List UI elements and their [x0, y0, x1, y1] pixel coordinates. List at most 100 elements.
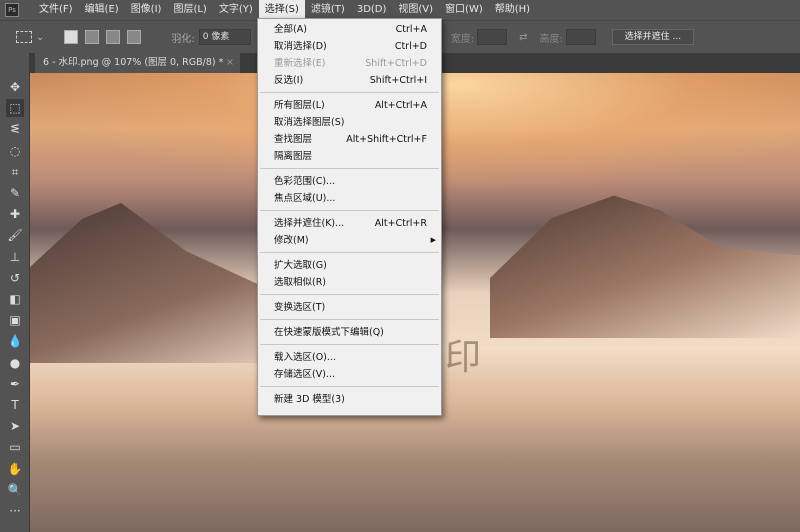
menu-item[interactable]: 所有图层(L) Alt+Ctrl+A	[258, 97, 441, 114]
menu-separator	[260, 386, 439, 387]
menu-6[interactable]: 滤镜(T)	[305, 0, 351, 20]
history-brush-icon[interactable]: ↺	[6, 269, 24, 287]
feather-input[interactable]: 0 像素	[198, 29, 251, 45]
menu-item[interactable]: 选择并遮住(K)... Alt+Ctrl+R	[258, 215, 441, 232]
hand-icon[interactable]: ✋	[6, 460, 24, 478]
menu-item[interactable]: 焦点区域(U)...	[258, 190, 441, 207]
mountain-right	[490, 195, 800, 338]
path-select-icon[interactable]: ➤	[6, 417, 24, 435]
menu-9[interactable]: 窗口(W)	[439, 0, 489, 20]
width-input[interactable]	[477, 29, 508, 45]
more-icon[interactable]: ···	[6, 502, 24, 520]
menu-item-label: 反选(I)	[274, 75, 304, 86]
menu-item[interactable]: 修改(M) ▶	[258, 232, 441, 249]
intersect-selection-icon[interactable]	[127, 30, 142, 44]
menu-separator	[260, 294, 439, 295]
crop-icon[interactable]: ⌗	[6, 163, 24, 181]
menu-item-label: 全部(A)	[274, 24, 307, 35]
menu-separator	[260, 252, 439, 253]
document-tab[interactable]: 6 - 水印.png @ 107% (图层 0, RGB/8) * ×	[35, 53, 240, 73]
blur-icon[interactable]: 💧	[6, 332, 24, 350]
swap-icon[interactable]: ⇄	[519, 32, 527, 43]
document-tab-title: 6 - 水印.png @ 107% (图层 0, RGB/8) *	[43, 57, 224, 68]
type-icon[interactable]: T	[6, 396, 24, 414]
menu-4[interactable]: 文字(Y)	[213, 0, 259, 20]
chevron-down-icon[interactable]: ⌄	[36, 32, 44, 43]
quick-select-icon[interactable]: ◌	[6, 142, 24, 160]
add-selection-icon[interactable]	[85, 30, 100, 44]
zoom-icon[interactable]: 🔍	[6, 481, 24, 499]
shape-icon[interactable]: ▭	[6, 438, 24, 456]
menu-item[interactable]: 选取相似(R)	[258, 274, 441, 291]
menu-item-label: 取消选择(D)	[274, 41, 327, 52]
menu-item-label: 色彩范围(C)...	[274, 176, 336, 187]
menu-item[interactable]: 全部(A) Ctrl+A	[258, 21, 441, 38]
menu-item-shortcut: Shift+Ctrl+I	[369, 75, 427, 86]
height-input[interactable]	[565, 29, 596, 45]
menu-0[interactable]: 文件(F)	[33, 0, 79, 20]
menu-1[interactable]: 编辑(E)	[79, 0, 125, 20]
menu-item-label: 在快速蒙版模式下编辑(Q)	[274, 327, 384, 338]
brush-icon[interactable]: 🖌	[6, 226, 24, 244]
menu-item-shortcut: Alt+Ctrl+A	[374, 100, 427, 111]
lasso-icon[interactable]: ᓬ	[6, 120, 24, 138]
new-selection-icon[interactable]	[64, 30, 79, 44]
watermark-text: 印	[445, 337, 482, 378]
marquee-icon[interactable]: ⬚	[6, 99, 24, 118]
menu-item[interactable]: 载入选区(O)...	[258, 349, 441, 366]
menu-item[interactable]: 扩大选取(G)	[258, 257, 441, 274]
menu-item: 重新选择(E) Shift+Ctrl+D	[258, 55, 441, 72]
subtract-selection-icon[interactable]	[106, 30, 121, 44]
menu-3[interactable]: 图层(L)	[167, 0, 212, 20]
photoshop-logo: Ps	[5, 3, 19, 17]
menu-item[interactable]: 取消选择(D) Ctrl+D	[258, 38, 441, 55]
pen-icon[interactable]: ✒	[6, 375, 24, 393]
menu-item[interactable]: 取消选择图层(S)	[258, 114, 441, 131]
gradient-icon[interactable]: ▣	[6, 311, 24, 329]
menu-item-label: 变换选区(T)	[274, 302, 326, 313]
menu-item[interactable]: 查找图层 Alt+Shift+Ctrl+F	[258, 131, 441, 148]
stamp-icon[interactable]: ⊥	[6, 248, 24, 266]
dodge-icon[interactable]: ●	[6, 354, 24, 372]
menu-item-label: 所有图层(L)	[274, 100, 325, 111]
menu-10[interactable]: 帮助(H)	[489, 0, 536, 20]
menu-separator	[260, 210, 439, 211]
menu-bar: Ps 文件(F) 编辑(E) 图像(I) 图层(L) 文字(Y) 选择(S) 滤镜(T) 3D…	[0, 0, 800, 20]
menu-item-shortcut: Ctrl+A	[395, 24, 427, 35]
menu-item-label: 选取相似(R)	[274, 277, 327, 288]
menu-8[interactable]: 视图(V)	[392, 0, 439, 20]
menu-2[interactable]: 图像(I)	[125, 0, 168, 20]
select-and-mask-button[interactable]: 选择并遮住 ...	[611, 29, 694, 45]
menu-item-label: 扩大选取(G)	[274, 260, 327, 271]
menu-5[interactable]: 选择(S)	[258, 0, 305, 20]
menu-item-shortcut: Ctrl+D	[394, 41, 427, 52]
close-icon[interactable]: ×	[226, 53, 234, 73]
menu-item-label: 隔离图层	[274, 151, 313, 162]
menu-item[interactable]: 存储选区(V)...	[258, 366, 441, 383]
menu-item[interactable]: 反选(I) Shift+Ctrl+I	[258, 72, 441, 89]
menu-item[interactable]: 新建 3D 模型(3)	[258, 391, 441, 408]
feather-label: 羽化:	[171, 33, 195, 45]
menu-separator	[260, 168, 439, 169]
menu-item[interactable]: 变换选区(T)	[258, 299, 441, 316]
marquee-preset-icon[interactable]	[16, 31, 32, 43]
healing-icon[interactable]: ✚	[6, 205, 24, 223]
eyedropper-icon[interactable]: ✎	[6, 184, 24, 202]
menu-7[interactable]: 3D(D)	[351, 0, 393, 20]
height-label: 高度:	[539, 33, 563, 45]
move-icon[interactable]: ✥	[6, 78, 24, 96]
select-menu-dropdown: 全部(A) Ctrl+A 取消选择(D) Ctrl+D 重新选择(E) Shift+Ctr…	[257, 18, 442, 416]
menu-item[interactable]: 色彩范围(C)...	[258, 173, 441, 190]
menu-item[interactable]: 在快速蒙版模式下编辑(Q)	[258, 324, 441, 341]
menu-item-label: 选择并遮住(K)...	[274, 218, 345, 229]
menu-item-shortcut: Alt+Ctrl+R	[374, 218, 427, 229]
menu-item-label: 修改(M)	[274, 235, 309, 246]
menu-item[interactable]: 隔离图层	[258, 148, 441, 165]
menu-item-shortcut: Shift+Ctrl+D	[365, 58, 427, 69]
width-label: 宽度:	[450, 33, 475, 45]
menu-item-label: 载入选区(O)...	[274, 352, 336, 363]
eraser-icon[interactable]: ◧	[6, 290, 24, 308]
mountain-left	[30, 203, 290, 363]
menu-item-label: 焦点区域(U)...	[274, 193, 336, 204]
menu-item-label: 新建 3D 模型(3)	[274, 394, 345, 405]
